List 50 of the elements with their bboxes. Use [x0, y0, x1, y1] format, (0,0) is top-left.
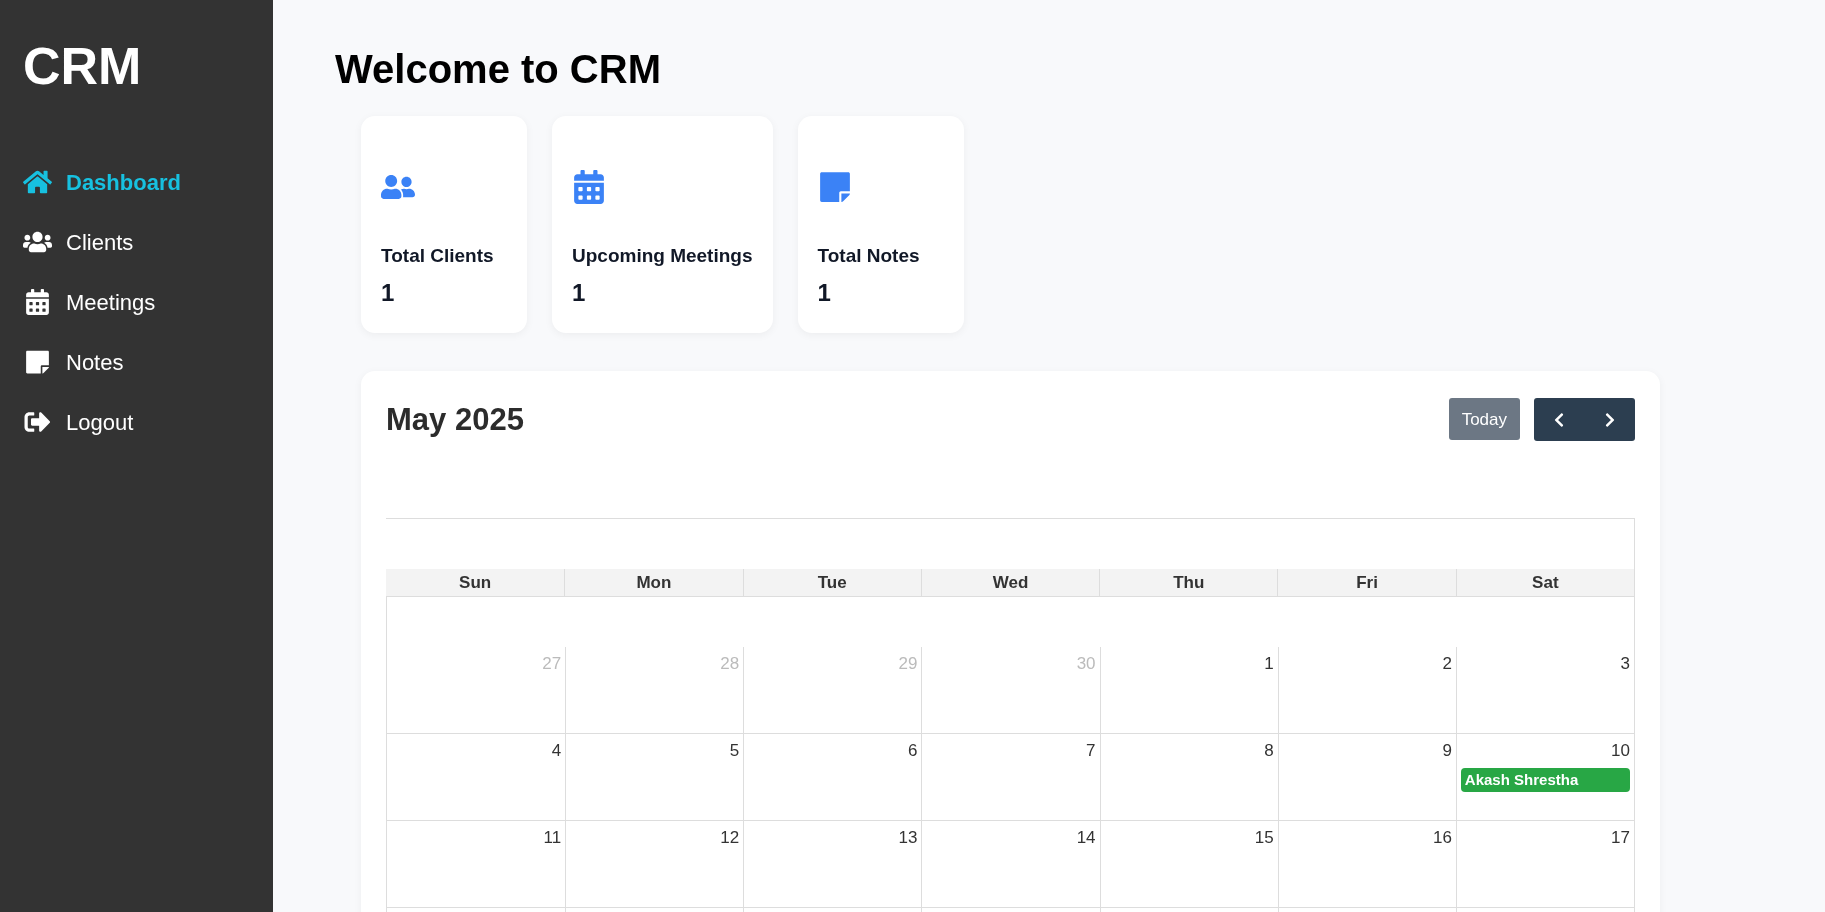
day-number: 17 — [1611, 827, 1630, 849]
stat-value: 1 — [817, 277, 832, 308]
day-number: 30 — [1076, 653, 1096, 675]
day-number: 29 — [898, 653, 918, 675]
users-icon — [23, 229, 52, 255]
day-number: 7 — [1086, 740, 1096, 762]
day-number: 14 — [1076, 827, 1096, 849]
day-number: 5 — [729, 740, 740, 762]
weekday-header: Wed — [920, 569, 1100, 596]
day-number: 8 — [1264, 740, 1274, 762]
app-logo: CRM — [23, 40, 143, 92]
day-number: 10 — [1611, 740, 1630, 762]
sticky-note-icon — [23, 349, 52, 375]
logout-icon — [23, 409, 52, 435]
stat-label: Total Notes — [817, 244, 921, 268]
page-title: Welcome to CRM — [335, 46, 662, 93]
house-icon — [23, 169, 52, 195]
sidebar-item[interactable]: Meetings — [23, 284, 250, 320]
sidebar-item[interactable]: Logout — [23, 404, 250, 440]
day-number: 4 — [551, 740, 562, 762]
stat-value: 1 — [381, 277, 396, 308]
weekday-header: Mon — [564, 569, 743, 596]
sticky-note-icon — [817, 170, 852, 204]
weekday-header: Sun — [458, 572, 493, 594]
stat-value: 1 — [572, 277, 587, 308]
weekday-header: Tue — [742, 569, 921, 596]
day-number: 27 — [542, 653, 562, 675]
day-number: 28 — [720, 653, 740, 675]
day-number: 12 — [720, 827, 740, 849]
weekday-header: Fri — [1277, 569, 1456, 596]
day-number: 2 — [1442, 653, 1452, 675]
day-number: 15 — [1254, 827, 1274, 849]
weekday-header: Thu — [1099, 569, 1278, 596]
day-number: 3 — [1620, 653, 1630, 675]
day-number: 6 — [907, 740, 918, 762]
calendar-title: May 2025 — [386, 400, 524, 439]
stat-label: Total Clients — [381, 244, 495, 268]
calendar-icon — [572, 170, 606, 204]
day-number: 9 — [1442, 740, 1452, 762]
day-number: 16 — [1432, 827, 1452, 849]
calendar-icon — [23, 289, 52, 315]
day-number: 11 — [543, 827, 562, 849]
sidebar-item[interactable]: Notes — [23, 344, 250, 380]
day-number: 1 — [1264, 653, 1274, 675]
sidebar-item[interactable]: Dashboard — [23, 164, 250, 200]
sidebar-item[interactable]: Clients — [23, 224, 250, 260]
stat-label: Upcoming Meetings — [572, 244, 753, 268]
day-number: 13 — [898, 827, 918, 849]
weekday-header: Sat — [1455, 569, 1634, 596]
today-button[interactable]: Today — [1448, 398, 1520, 441]
